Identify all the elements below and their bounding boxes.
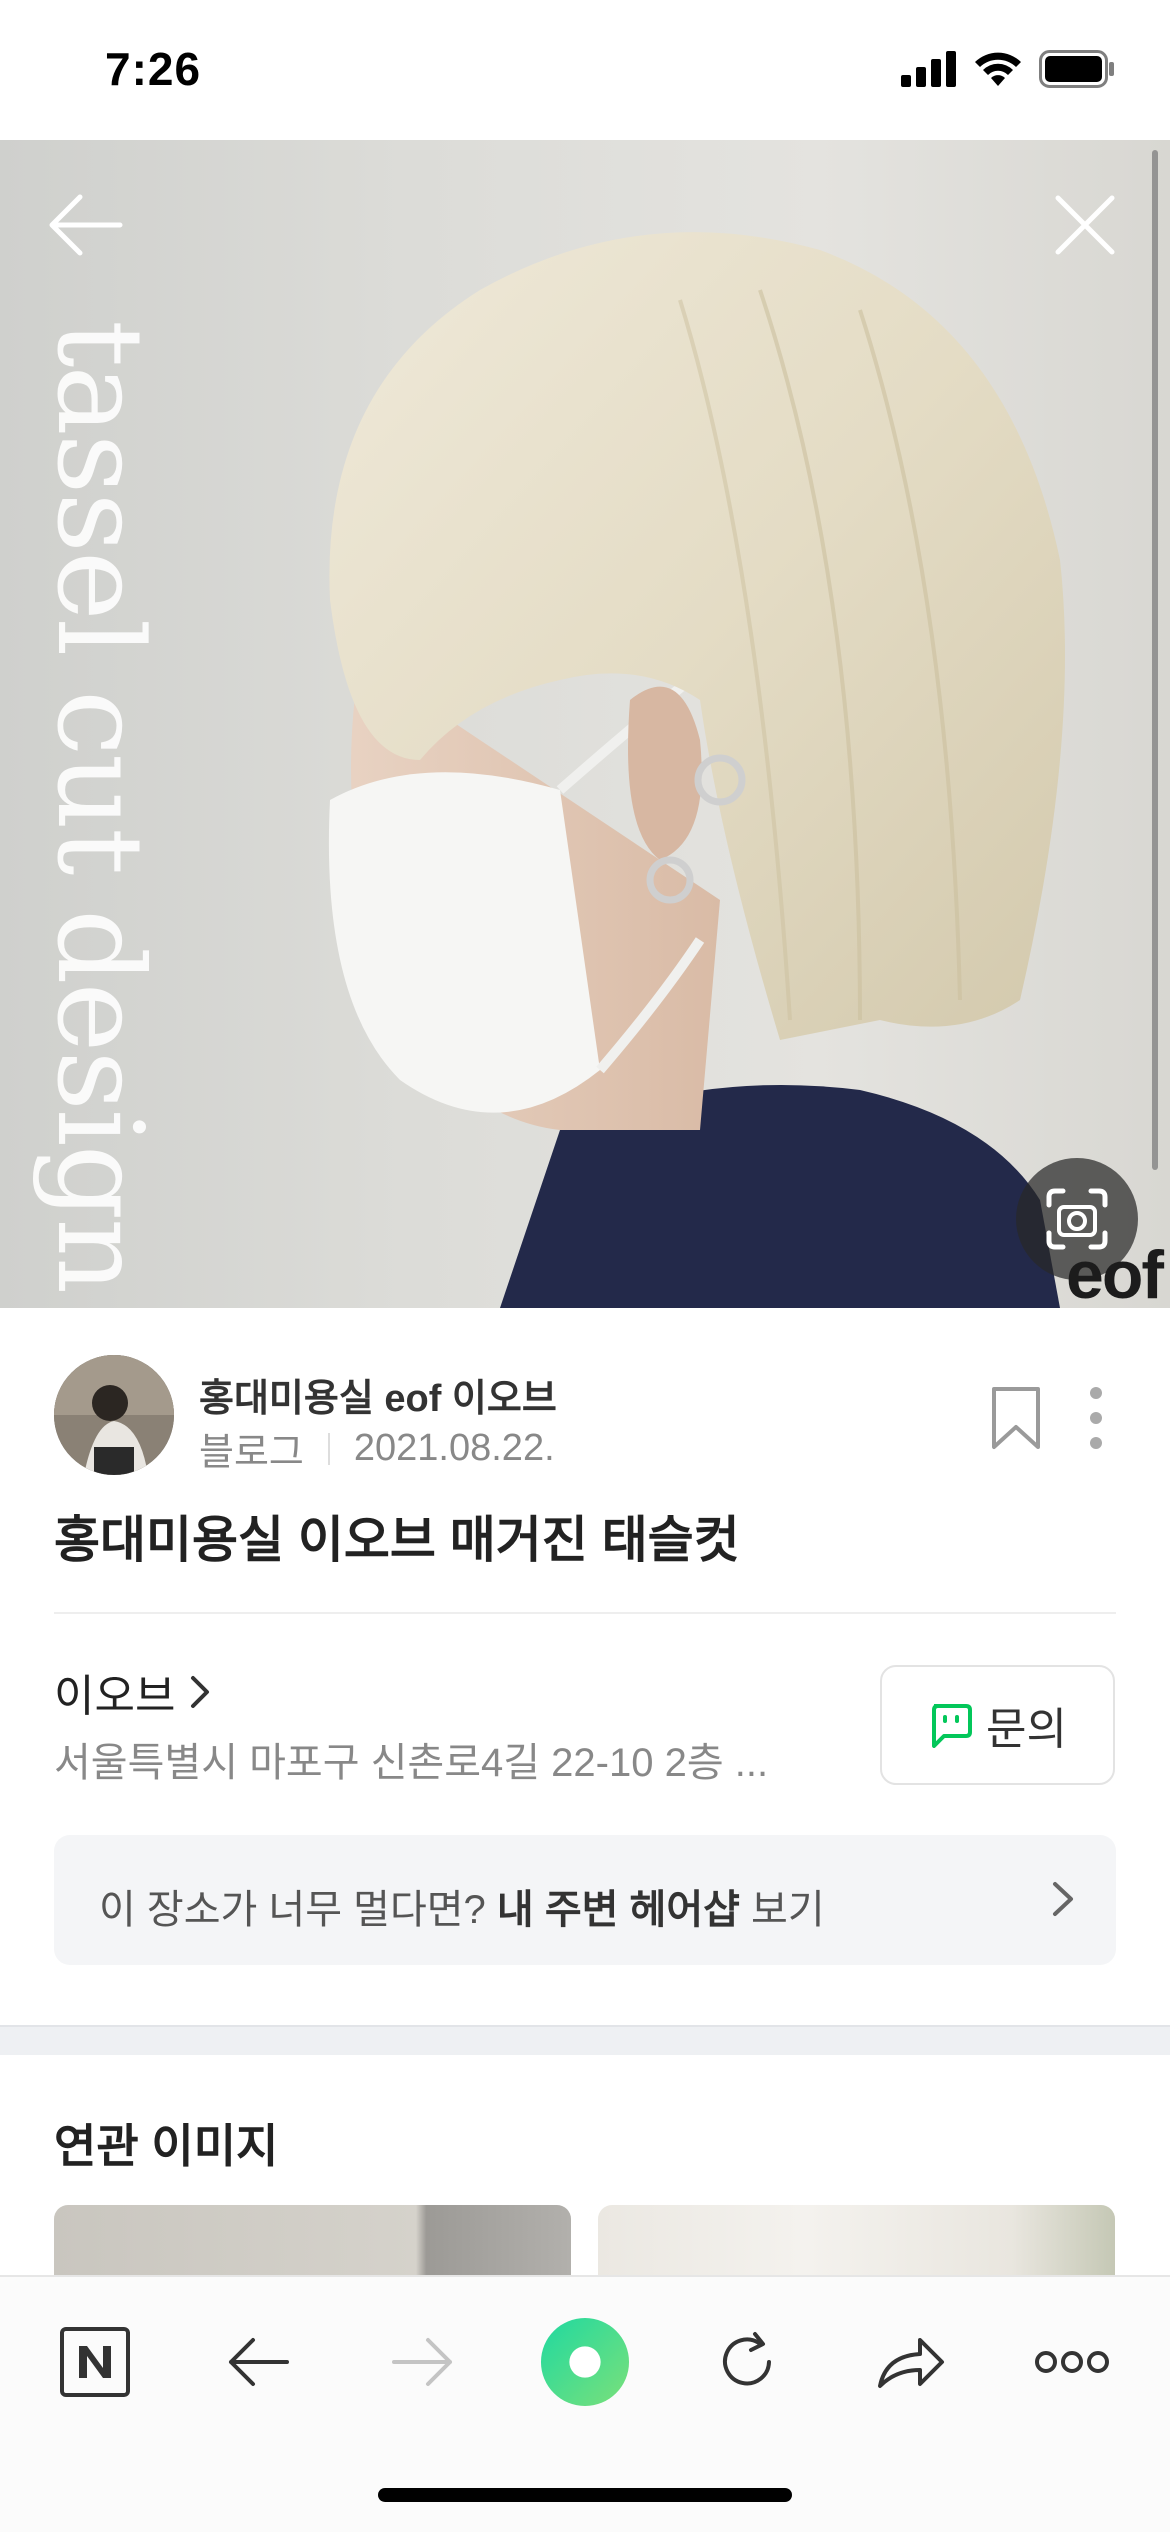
related-images-title: 연관 이미지 (54, 2120, 279, 2172)
hero-scrollbar[interactable] (1152, 150, 1158, 1170)
place-name-link[interactable]: 이오브 (54, 1660, 211, 1724)
section-separator (0, 2025, 1170, 2055)
green-dot-icon (540, 2317, 630, 2407)
wifi-icon (975, 52, 1021, 86)
post-title[interactable]: 홍대미용실 이오브 매거진 태슬컷 (54, 1500, 740, 1572)
nearby-prefix: 이 장소가 너무 멀다면? (99, 1888, 497, 1932)
place-address: 서울특별시 마포구 신촌로4길 22-10 2층 ... (54, 1741, 769, 1785)
status-icons (901, 50, 1115, 88)
back-icon (229, 2338, 289, 2386)
naver-home-icon (60, 2327, 130, 2397)
hero-photo (328, 232, 1066, 1308)
share-button[interactable] (866, 2317, 956, 2407)
chevron-right-icon (191, 1676, 210, 1708)
close-icon[interactable] (1040, 180, 1130, 270)
divider (54, 1612, 1116, 1614)
nearby-bold: 내 주변 헤어샵 (496, 1888, 740, 1932)
post-date: 2021.08.22. (353, 1427, 555, 1469)
more-icon (1035, 2351, 1109, 2373)
nearby-hairshop-banner[interactable]: 이 장소가 너무 멀다면? 내 주변 헤어샵 보기 (54, 1835, 1116, 1965)
back-button[interactable] (214, 2317, 304, 2407)
status-bar: 7:26 (0, 0, 1170, 140)
post-header: 홍대미용실 eof 이오브 블로그 2021.08.22. (54, 1355, 1116, 1475)
inquiry-label: 문의 (986, 1705, 1067, 1754)
more-vertical-icon[interactable] (1084, 1385, 1108, 1451)
share-icon (878, 2338, 944, 2388)
cellular-signal-icon (901, 51, 956, 87)
bookmark-icon[interactable] (988, 1385, 1044, 1451)
avatar[interactable] (54, 1355, 174, 1475)
author-name[interactable]: 홍대미용실 eof 이오브 (199, 1367, 557, 1422)
author-meta: 블로그 2021.08.22. (199, 1421, 555, 1476)
battery-icon (1039, 50, 1114, 88)
inquiry-button[interactable]: 문의 (880, 1665, 1115, 1785)
hero-watermark: eof (1066, 1237, 1164, 1308)
forward-icon (392, 2338, 452, 2386)
meta-divider (327, 1432, 330, 1465)
status-time: 7:26 (105, 43, 202, 95)
forward-button[interactable] (377, 2317, 467, 2407)
nearby-suffix: 보기 (739, 1888, 825, 1932)
refresh-icon (723, 2332, 771, 2386)
home-indicator[interactable] (378, 2488, 792, 2502)
chat-icon (932, 1704, 973, 1748)
chevron-right-icon (1053, 1882, 1073, 1916)
nearby-text: 이 장소가 너무 멀다면? 내 주변 헤어샵 보기 (99, 1877, 825, 1935)
green-dot-button[interactable] (540, 2317, 630, 2407)
refresh-button[interactable] (702, 2317, 792, 2407)
place-name: 이오브 (54, 1672, 176, 1721)
naver-home-button[interactable] (50, 2317, 140, 2407)
hero-overlay-text: tassel cut design (31, 320, 169, 1293)
avatar-image (54, 1355, 174, 1475)
back-arrow-icon[interactable] (40, 180, 130, 270)
more-button[interactable] (1027, 2317, 1117, 2407)
hero-image[interactable]: tassel cut design eof (0, 140, 1170, 1308)
post-source: 블로그 (199, 1432, 304, 1474)
